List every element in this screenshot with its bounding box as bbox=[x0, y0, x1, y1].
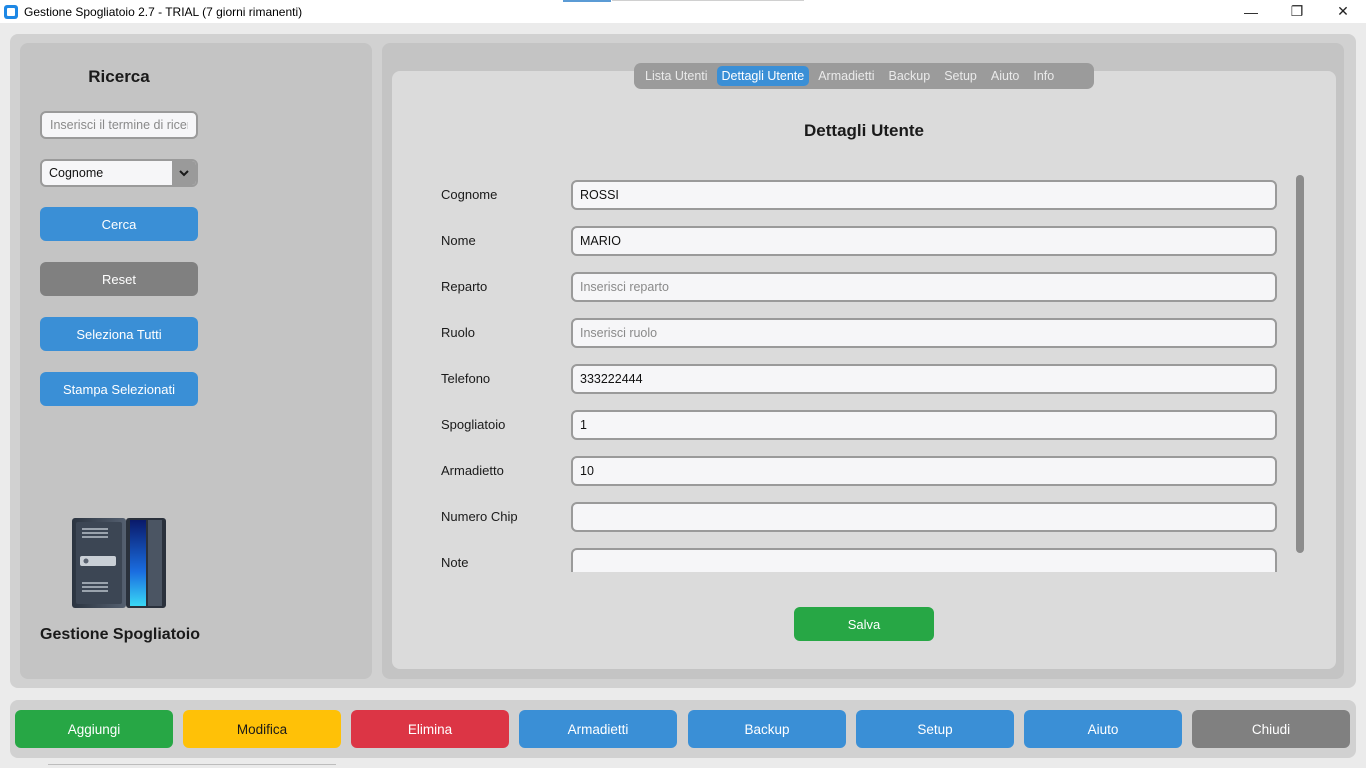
reset-button[interactable]: Reset bbox=[40, 262, 198, 296]
locker-logo-icon bbox=[70, 512, 168, 610]
tab-info[interactable]: Info bbox=[1028, 66, 1059, 86]
help-button[interactable]: Aiuto bbox=[1024, 710, 1182, 748]
edit-button[interactable]: Modifica bbox=[183, 710, 341, 748]
tab-backup[interactable]: Backup bbox=[884, 66, 936, 86]
search-button[interactable]: Cerca bbox=[40, 207, 198, 241]
taskbar-accent-line bbox=[563, 0, 611, 2]
field-label: Cognome bbox=[441, 187, 498, 202]
tab-bar: Lista Utenti Dettagli Utente Armadietti … bbox=[634, 63, 1094, 89]
armadietto-field[interactable] bbox=[571, 456, 1277, 486]
setup-button[interactable]: Setup bbox=[856, 710, 1014, 748]
form-scrollbar[interactable] bbox=[1296, 175, 1304, 553]
form-row-reparto: Reparto bbox=[392, 272, 1292, 302]
cognome-field[interactable] bbox=[571, 180, 1277, 210]
form-row-numero-chip: Numero Chip bbox=[392, 502, 1292, 532]
chevron-down-icon[interactable] bbox=[172, 161, 196, 185]
field-label: Reparto bbox=[441, 279, 488, 294]
select-all-button[interactable]: Seleziona Tutti bbox=[40, 317, 198, 351]
app-icon bbox=[4, 4, 18, 19]
spogliatoio-field[interactable] bbox=[571, 410, 1277, 440]
reparto-field[interactable] bbox=[571, 272, 1277, 302]
close-button[interactable]: Chiudi bbox=[1192, 710, 1350, 748]
field-label: Numero Chip bbox=[441, 509, 518, 524]
sidebar-title: Ricerca bbox=[88, 67, 150, 86]
search-field-select[interactable]: Cognome bbox=[40, 159, 198, 187]
lockers-button[interactable]: Armadietti bbox=[519, 710, 677, 748]
save-button[interactable]: Salva bbox=[794, 607, 934, 641]
field-label: Note bbox=[441, 555, 469, 570]
field-label: Nome bbox=[441, 233, 476, 248]
field-label: Armadietto bbox=[441, 463, 504, 478]
details-form: Cognome Nome Reparto Ruolo Telefono Spog… bbox=[392, 172, 1292, 572]
logo-caption: Gestione Spogliatoio bbox=[40, 626, 201, 643]
print-selected-button[interactable]: Stampa Selezionati bbox=[40, 372, 198, 406]
window-title: Gestione Spogliatoio 2.7 - TRIAL (7 gior… bbox=[24, 4, 303, 19]
maximize-button[interactable]: ❐ bbox=[1274, 0, 1320, 23]
form-row-spogliatoio: Spogliatoio bbox=[392, 410, 1292, 440]
tab-lista-utenti[interactable]: Lista Utenti bbox=[640, 66, 713, 86]
telefono-field[interactable] bbox=[571, 364, 1277, 394]
taskbar-divider-line bbox=[612, 0, 804, 1]
bottom-divider bbox=[48, 764, 336, 765]
tab-aiuto[interactable]: Aiuto bbox=[986, 66, 1025, 86]
numero-chip-field[interactable] bbox=[571, 502, 1277, 532]
tab-setup[interactable]: Setup bbox=[939, 66, 982, 86]
field-label: Telefono bbox=[441, 371, 491, 386]
form-row-note: Note bbox=[392, 548, 1292, 572]
search-field-select-value: Cognome bbox=[49, 166, 104, 180]
tab-dettagli-utente[interactable]: Dettagli Utente bbox=[716, 66, 810, 86]
add-button[interactable]: Aggiungi bbox=[15, 710, 173, 748]
search-input[interactable] bbox=[40, 111, 198, 139]
backup-button[interactable]: Backup bbox=[688, 710, 846, 748]
window-controls: — ❐ ✕ bbox=[1228, 0, 1366, 23]
form-row-telefono: Telefono bbox=[392, 364, 1292, 394]
form-row-ruolo: Ruolo bbox=[392, 318, 1292, 348]
title-bar: Gestione Spogliatoio 2.7 - TRIAL (7 gior… bbox=[0, 0, 1366, 23]
delete-button[interactable]: Elimina bbox=[351, 710, 509, 748]
form-row-cognome: Cognome bbox=[392, 180, 1292, 210]
minimize-button[interactable]: — bbox=[1228, 0, 1274, 23]
close-window-button[interactable]: ✕ bbox=[1320, 0, 1366, 23]
note-field[interactable] bbox=[571, 548, 1277, 572]
tab-armadietti[interactable]: Armadietti bbox=[813, 66, 879, 86]
nome-field[interactable] bbox=[571, 226, 1277, 256]
form-row-armadietto: Armadietto bbox=[392, 456, 1292, 486]
ruolo-field[interactable] bbox=[571, 318, 1277, 348]
form-row-nome: Nome bbox=[392, 226, 1292, 256]
field-label: Ruolo bbox=[441, 325, 475, 340]
panel-title: Dettagli Utente bbox=[804, 121, 924, 140]
field-label: Spogliatoio bbox=[441, 417, 506, 432]
